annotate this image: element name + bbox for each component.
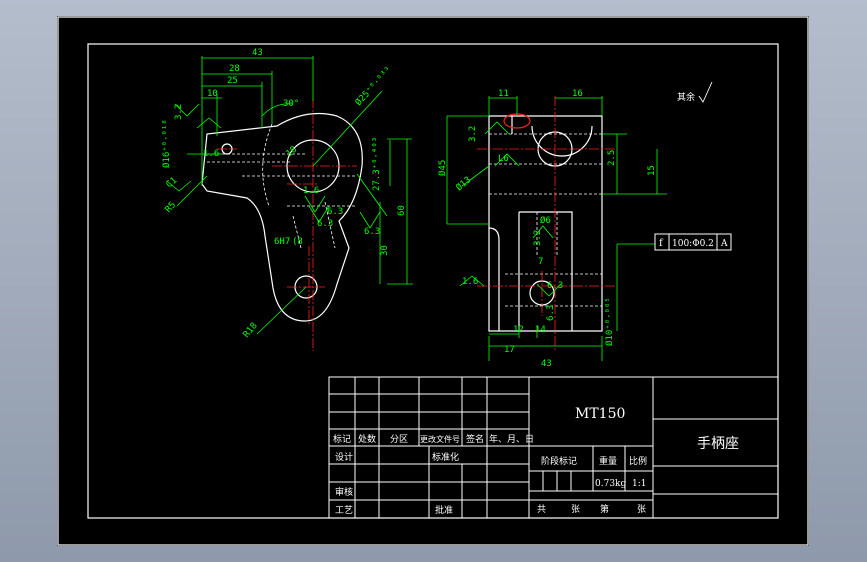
dim-2-5: 2.5 — [607, 150, 617, 166]
dim-16: 16 — [572, 89, 583, 99]
row-review: 审核 — [335, 486, 353, 498]
dim-10: 10 — [207, 89, 218, 99]
ra-6-3-a: 6.3 — [317, 219, 333, 229]
sheets-zhang1: 张 — [571, 504, 580, 515]
dim-17: 17 — [504, 345, 515, 355]
ra-6-3-e: 6.3 — [546, 305, 556, 321]
row-standard: 标准化 — [432, 451, 459, 463]
ra-6-3-c: 6.3 — [327, 207, 343, 217]
cad-drawing: 43 28 25 10 30° Ø25⁺⁰·⁰³³ 18 27.3⁺⁰·⁴⁰³ … — [57, 16, 809, 546]
dim-30: 30 — [380, 245, 390, 256]
dim-phi6: Ø6 — [540, 215, 551, 226]
dim-28: 28 — [229, 64, 240, 74]
ra-1-6-side: 1.6 — [462, 277, 478, 287]
tol-datum: A — [720, 239, 728, 249]
hdr-mark: 标记 — [333, 433, 351, 445]
dim-14: 14 — [535, 325, 546, 335]
dim-phi10: Ø10⁺⁰·⁰⁰⁵ — [604, 297, 615, 346]
dim-27-3: 27.3⁺⁰·⁴⁰³ — [372, 137, 382, 191]
tolerance-frame: f 100:Φ0.2 A — [654, 233, 732, 251]
ra-6-3-d: 6.3 — [547, 281, 563, 291]
dim-bore-25: Ø25⁺⁰·⁰³³ — [353, 64, 394, 108]
sheets-zhang2: 张 — [637, 504, 646, 515]
dim-43: 43 — [252, 48, 263, 58]
hdr-count: 处数 — [358, 433, 376, 445]
dim-6h7: 6H7 — [274, 237, 290, 247]
weight-label: 重量 — [599, 455, 617, 467]
hdr-zone: 分区 — [390, 434, 408, 445]
row-approve: 批准 — [435, 504, 453, 516]
hdr-change-doc: 更改文件号 — [420, 434, 460, 444]
dim-18: 18 — [285, 145, 300, 160]
dim-chamfer: C1 — [165, 176, 180, 191]
dim-7: 7 — [538, 257, 543, 267]
front-center-lines — [217, 98, 357, 351]
part-code: MT150 — [575, 406, 625, 422]
dim-angle-30: 30° — [283, 99, 299, 109]
stage-label: 阶段标记 — [541, 455, 577, 467]
hdr-date: 年、月、日 — [489, 433, 534, 445]
ra-3-2-side: 3.2 — [468, 126, 478, 142]
dim-43-side: 43 — [541, 359, 552, 369]
dim-11: 11 — [498, 89, 509, 99]
hdr-sign: 签名 — [466, 433, 484, 445]
front-dim-texts: 43 28 25 10 30° Ø25⁺⁰·⁰³³ 18 27.3⁺⁰·⁴⁰³ … — [161, 48, 407, 340]
sheets-total: 共 — [537, 504, 546, 515]
dim-paren-8: (8 — [292, 237, 303, 247]
front-view — [201, 112, 363, 322]
dim-r5: R5 — [164, 200, 179, 215]
dim-25: 25 — [227, 76, 238, 86]
dim-phi16: Ø16⁺⁰·⁰¹⁸ — [161, 119, 172, 168]
side-dim-texts: 11 16 2.5 15 Ø45 Ø13 Ø6 7 12 14 17 43 Ø1… — [437, 89, 657, 369]
scale-value: 1:1 — [632, 479, 646, 489]
dim-r18: R18 — [242, 321, 260, 340]
part-name: 手柄座 — [697, 436, 739, 452]
dim-12: 12 — [513, 325, 524, 335]
dim-1-6: 1.6 — [203, 149, 219, 159]
ra-3-2-front: 3.2 — [174, 104, 184, 120]
row-design: 设计 — [335, 451, 353, 463]
ra-l6-side: L6 — [498, 154, 509, 164]
scale-label: 比例 — [629, 455, 647, 467]
inner-border — [87, 43, 779, 519]
tol-value: 100:Φ0.2 — [672, 239, 714, 249]
ra-6-3-b: 6.3 — [364, 227, 380, 237]
tol-symbol: f — [659, 238, 664, 249]
dim-15: 15 — [647, 165, 657, 176]
dim-phi45: Ø45 — [437, 160, 448, 176]
dim-phi13: Ø13 — [454, 174, 474, 193]
drawing-sheet: 43 28 25 10 30° Ø25⁺⁰·⁰³³ 18 27.3⁺⁰·⁴⁰³ … — [57, 16, 809, 546]
weight-value: 0.73kg — [595, 479, 626, 489]
front-dim-lines — [166, 56, 413, 335]
dim-60: 60 — [397, 205, 407, 216]
sheets-nth: 第 — [600, 503, 609, 515]
ra-3-2-slot: 3.2 — [533, 230, 543, 246]
side-bore-arc — [531, 125, 593, 157]
surface-note-text: 其余 — [677, 91, 695, 103]
row-process: 工艺 — [335, 505, 353, 516]
ra-1-6-front: 1.6 — [303, 186, 319, 196]
surface-note: 其余 — [677, 81, 713, 103]
